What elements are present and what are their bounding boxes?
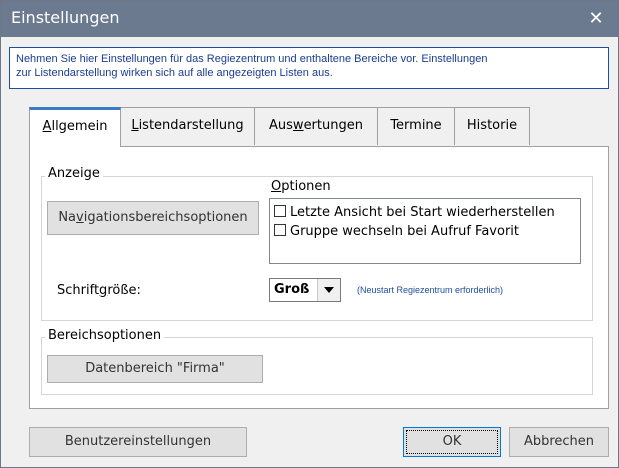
checkbox-switch-group-favorite[interactable] [274, 224, 286, 236]
ok-button[interactable]: OK [403, 427, 501, 457]
settings-dialog: Einstellungen ✕ Nehmen Sie hier Einstell… [0, 0, 619, 468]
font-size-label: Schriftgröße: [57, 283, 141, 298]
restart-hint: (Neustart Regiezentrum erforderlich) [357, 285, 504, 295]
user-settings-button[interactable]: Benutzereinstellungen [29, 427, 247, 457]
data-area-firma-button[interactable]: Datenbereich "Firma" [47, 355, 263, 383]
option-restore-last-view[interactable]: Letzte Ansicht bei Start wiederherstelle… [274, 205, 555, 220]
font-size-value: Groß [274, 282, 310, 297]
font-size-select[interactable]: Groß [269, 278, 341, 302]
info-line-1: Nehmen Sie hier Einstellungen für das Re… [16, 53, 488, 65]
navigation-options-button[interactable]: Navigationsbereichsoptionen [47, 201, 259, 235]
title-bar[interactable]: Einstellungen ✕ [1, 1, 618, 37]
options-listbox[interactable]: Letzte Ansicht bei Start wiederherstelle… [269, 198, 581, 264]
group-anzeige-label: Anzeige [45, 166, 103, 181]
dialog-title: Einstellungen [11, 8, 120, 27]
tab-termine[interactable]: Termine [377, 107, 455, 145]
tab-auswertungen[interactable]: Auswertungen [254, 107, 378, 145]
tab-listendarstellung[interactable]: Listendarstellung [120, 107, 255, 145]
group-bereichsoptionen-label: Bereichsoptionen [45, 328, 165, 343]
info-line-2: zur Listendarstellung wirken sich auf al… [16, 67, 333, 79]
info-box: Nehmen Sie hier Einstellungen für das Re… [9, 47, 609, 89]
close-icon[interactable]: ✕ [582, 5, 610, 33]
tab-allgemein[interactable]: Allgemein [29, 107, 121, 147]
optionen-label: Optionen [271, 179, 331, 194]
chevron-down-icon[interactable] [317, 279, 340, 301]
option-switch-group-favorite[interactable]: Gruppe wechseln bei Aufruf Favorit [274, 224, 519, 239]
cancel-button[interactable]: Abbrechen [509, 427, 609, 457]
checkbox-restore-last-view[interactable] [274, 205, 286, 217]
tab-historie[interactable]: Historie [454, 107, 530, 145]
